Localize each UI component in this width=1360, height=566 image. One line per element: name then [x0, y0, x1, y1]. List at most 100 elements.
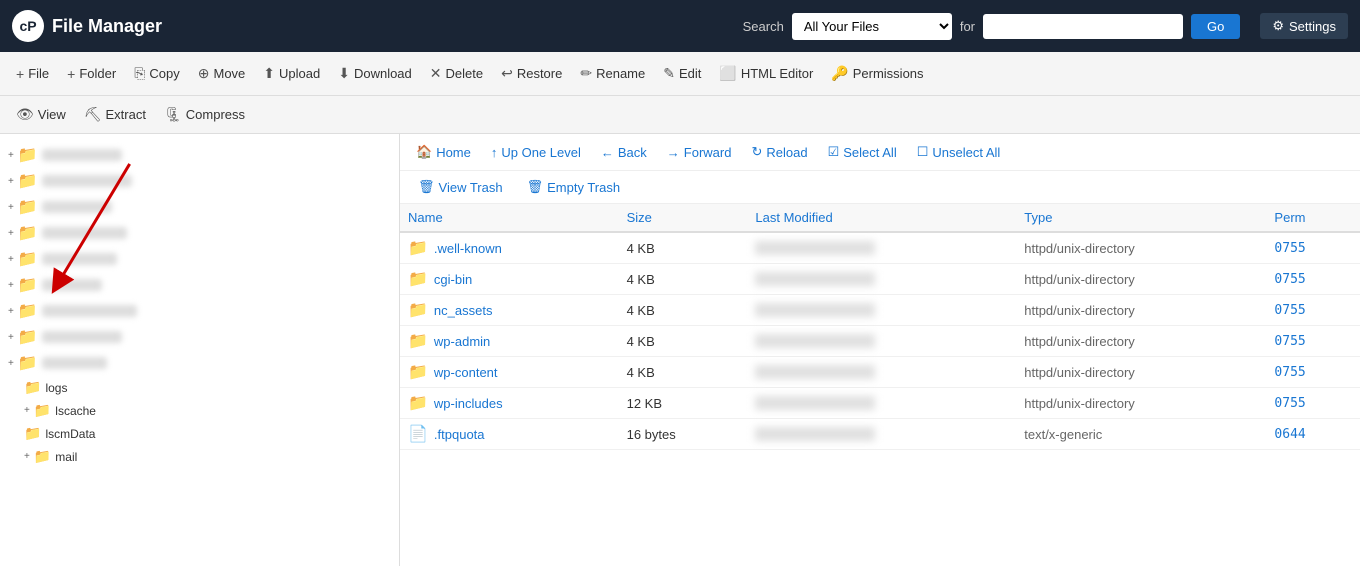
- file-name-label[interactable]: wp-admin: [434, 334, 490, 349]
- col-header-size[interactable]: Size: [619, 204, 748, 232]
- sidebar-item[interactable]: + 📁 XXXXXXX: [4, 246, 395, 272]
- upload-button[interactable]: ⬆ Upload: [255, 61, 328, 86]
- file-name-cell: 📁 .well-known: [400, 232, 619, 264]
- file-name-label[interactable]: nc_assets: [434, 303, 493, 318]
- file-name-label[interactable]: wp-includes: [434, 396, 503, 411]
- extract-button[interactable]: ⛏ Extract: [76, 102, 154, 127]
- move-icon: ⊕: [198, 65, 210, 82]
- table-row[interactable]: 📄.ftpquota16 bytes2024-01-15 10:30text/x…: [400, 419, 1360, 450]
- view-label: View: [38, 107, 66, 122]
- col-header-name[interactable]: Name: [400, 204, 619, 232]
- table-row[interactable]: 📁.well-known4 KB2024-01-15 10:30httpd/un…: [400, 232, 1360, 264]
- file-name-label[interactable]: .well-known: [434, 241, 502, 256]
- app-title: File Manager: [52, 16, 162, 37]
- expand-icon[interactable]: +: [8, 280, 14, 291]
- move-button[interactable]: ⊕ Move: [190, 61, 254, 86]
- search-scope-select[interactable]: All Your Files: [792, 13, 952, 40]
- file-modified-cell: 2024-01-15 10:30: [747, 295, 1016, 326]
- sidebar-item-lscache[interactable]: + 📁 lscache: [20, 399, 395, 422]
- sidebar-item-logs[interactable]: 📁 logs: [20, 376, 395, 399]
- file-name-label[interactable]: cgi-bin: [434, 272, 472, 287]
- file-type-cell: httpd/unix-directory: [1016, 264, 1266, 295]
- file-name-label[interactable]: wp-content: [434, 365, 498, 380]
- file-type-cell: httpd/unix-directory: [1016, 388, 1266, 419]
- table-row[interactable]: 📁wp-includes12 KB2024-01-15 10:30httpd/u…: [400, 388, 1360, 419]
- empty-trash-button[interactable]: 🗑 Empty Trash: [517, 175, 630, 199]
- table-row[interactable]: 📁cgi-bin4 KB2024-01-15 10:30httpd/unix-d…: [400, 264, 1360, 295]
- unselect-all-label: Unselect All: [932, 145, 1000, 160]
- sidebar-item[interactable]: + 📁 XXXXXXX: [4, 272, 395, 298]
- table-row[interactable]: 📁wp-content4 KB2024-01-15 10:30httpd/uni…: [400, 357, 1360, 388]
- sidebar-item-label: XXXXXXX: [42, 227, 127, 239]
- edit-button[interactable]: ✎ Edit: [655, 61, 709, 86]
- expand-icon[interactable]: +: [8, 228, 14, 239]
- rename-label: Rename: [596, 66, 645, 81]
- sidebar-item-label: lscmData: [45, 427, 95, 441]
- rename-button[interactable]: ✏ Rename: [572, 61, 653, 86]
- forward-button[interactable]: → Forward: [659, 141, 740, 164]
- file-perm-cell: 0755: [1266, 357, 1360, 388]
- expand-icon[interactable]: +: [8, 254, 14, 265]
- restore-label: Restore: [517, 66, 563, 81]
- search-go-button[interactable]: Go: [1191, 14, 1240, 39]
- sidebar-item[interactable]: + 📁 XXXXXXX: [4, 298, 395, 324]
- col-header-perm[interactable]: Perm: [1266, 204, 1360, 232]
- expand-icon[interactable]: +: [8, 332, 14, 343]
- app-logo: cP File Manager: [12, 10, 162, 42]
- sidebar-item-label: XXXXXXX: [42, 305, 137, 317]
- new-file-button[interactable]: + File: [8, 62, 57, 86]
- back-button[interactable]: ← Back: [593, 141, 655, 164]
- sidebar: + 📁 XXXXXXX + 📁 XXXXXXX + 📁 XXXXXXX + 📁 …: [0, 134, 400, 566]
- reload-button[interactable]: ↻ Reload: [743, 140, 815, 164]
- file-modified-cell: 2024-01-15 10:30: [747, 326, 1016, 357]
- up-one-level-button[interactable]: ↑ Up One Level: [483, 141, 589, 164]
- expand-icon[interactable]: +: [8, 176, 14, 187]
- sidebar-item[interactable]: + 📁 XXXXXXX: [4, 324, 395, 350]
- sidebar-item[interactable]: + 📁 XXXXXXX: [4, 142, 395, 168]
- folder-icon: 📁: [408, 269, 428, 289]
- sidebar-item[interactable]: + 📁 XXXXXXX: [4, 220, 395, 246]
- sidebar-item-lscmdata[interactable]: 📁 lscmData: [20, 422, 395, 445]
- folder-icon: 📁: [34, 402, 51, 419]
- sidebar-item-label: XXXXXXX: [42, 357, 107, 369]
- expand-icon[interactable]: +: [8, 150, 14, 161]
- expand-icon[interactable]: +: [8, 306, 14, 317]
- view-button[interactable]: 👁 View: [8, 102, 74, 127]
- permissions-button[interactable]: 🔑 Permissions: [823, 61, 931, 86]
- sidebar-item[interactable]: + 📁 XXXXXXX: [4, 168, 395, 194]
- restore-icon: ↩: [501, 65, 513, 82]
- expand-icon[interactable]: +: [24, 451, 30, 462]
- download-button[interactable]: ⬇ Download: [330, 61, 420, 86]
- select-all-button[interactable]: ☑ Select All: [820, 140, 905, 164]
- sidebar-item[interactable]: + 📁 XXXXXXX: [4, 194, 395, 220]
- new-folder-button[interactable]: + Folder: [59, 62, 124, 86]
- search-input[interactable]: [983, 14, 1183, 39]
- table-row[interactable]: 📁nc_assets4 KB2024-01-15 10:30httpd/unix…: [400, 295, 1360, 326]
- expand-icon[interactable]: +: [8, 358, 14, 369]
- permissions-label: Permissions: [853, 66, 924, 81]
- col-header-last-modified[interactable]: Last Modified: [747, 204, 1016, 232]
- html-editor-button[interactable]: ⬜ HTML Editor: [711, 61, 821, 86]
- settings-button[interactable]: ⚙ Settings: [1260, 13, 1348, 39]
- sidebar-item-mail[interactable]: + 📁 mail: [20, 445, 395, 468]
- expand-icon[interactable]: +: [8, 202, 14, 213]
- col-header-type[interactable]: Type: [1016, 204, 1266, 232]
- table-row[interactable]: 📁wp-admin4 KB2024-01-15 10:30httpd/unix-…: [400, 326, 1360, 357]
- home-button[interactable]: 🏠 Home: [408, 140, 479, 164]
- sidebar-item[interactable]: + 📁 XXXXXXX: [4, 350, 395, 376]
- trash-icon: 🗑: [418, 179, 435, 195]
- sidebar-item-label: XXXXXXX: [42, 279, 102, 291]
- view-trash-button[interactable]: 🗑 View Trash: [408, 175, 513, 199]
- restore-button[interactable]: ↩ Restore: [493, 61, 570, 86]
- file-name-label[interactable]: .ftpquota: [434, 427, 485, 442]
- copy-button[interactable]: ⎘ Copy: [126, 61, 188, 86]
- delete-button[interactable]: ✕ Delete: [422, 61, 491, 86]
- compress-button[interactable]: 🗜 Compress: [156, 102, 253, 127]
- expand-icon[interactable]: +: [24, 405, 30, 416]
- toolbar-row1: + File + Folder ⎘ Copy ⊕ Move ⬆ Upload ⬇…: [0, 52, 1360, 96]
- unselect-all-button[interactable]: ☐ Unselect All: [909, 140, 1009, 164]
- back-arrow-icon: ←: [601, 145, 614, 160]
- folder-icon: 📁: [408, 238, 428, 258]
- sidebar-item-label: mail: [55, 450, 77, 464]
- file-modified-cell: 2024-01-15 10:30: [747, 419, 1016, 450]
